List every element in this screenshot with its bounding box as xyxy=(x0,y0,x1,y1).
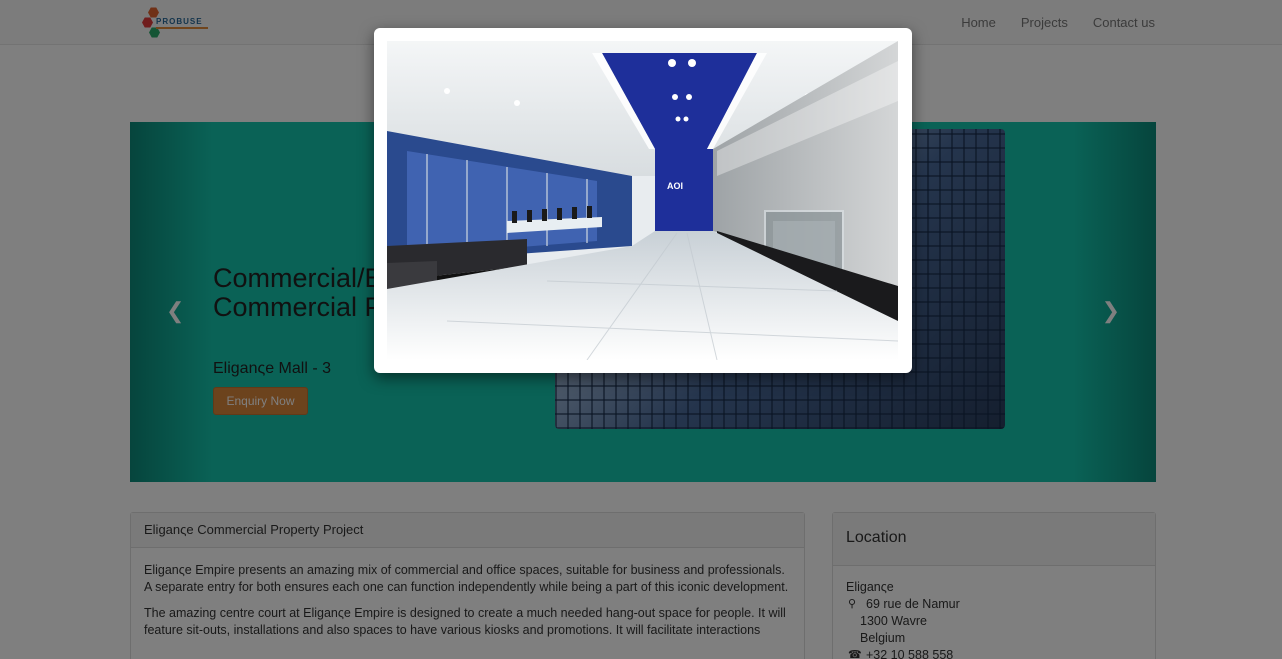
svg-text:AOI: AOI xyxy=(667,181,683,191)
image-lightbox-modal: AOI xyxy=(374,28,912,373)
office-interior-image: AOI xyxy=(387,41,898,360)
